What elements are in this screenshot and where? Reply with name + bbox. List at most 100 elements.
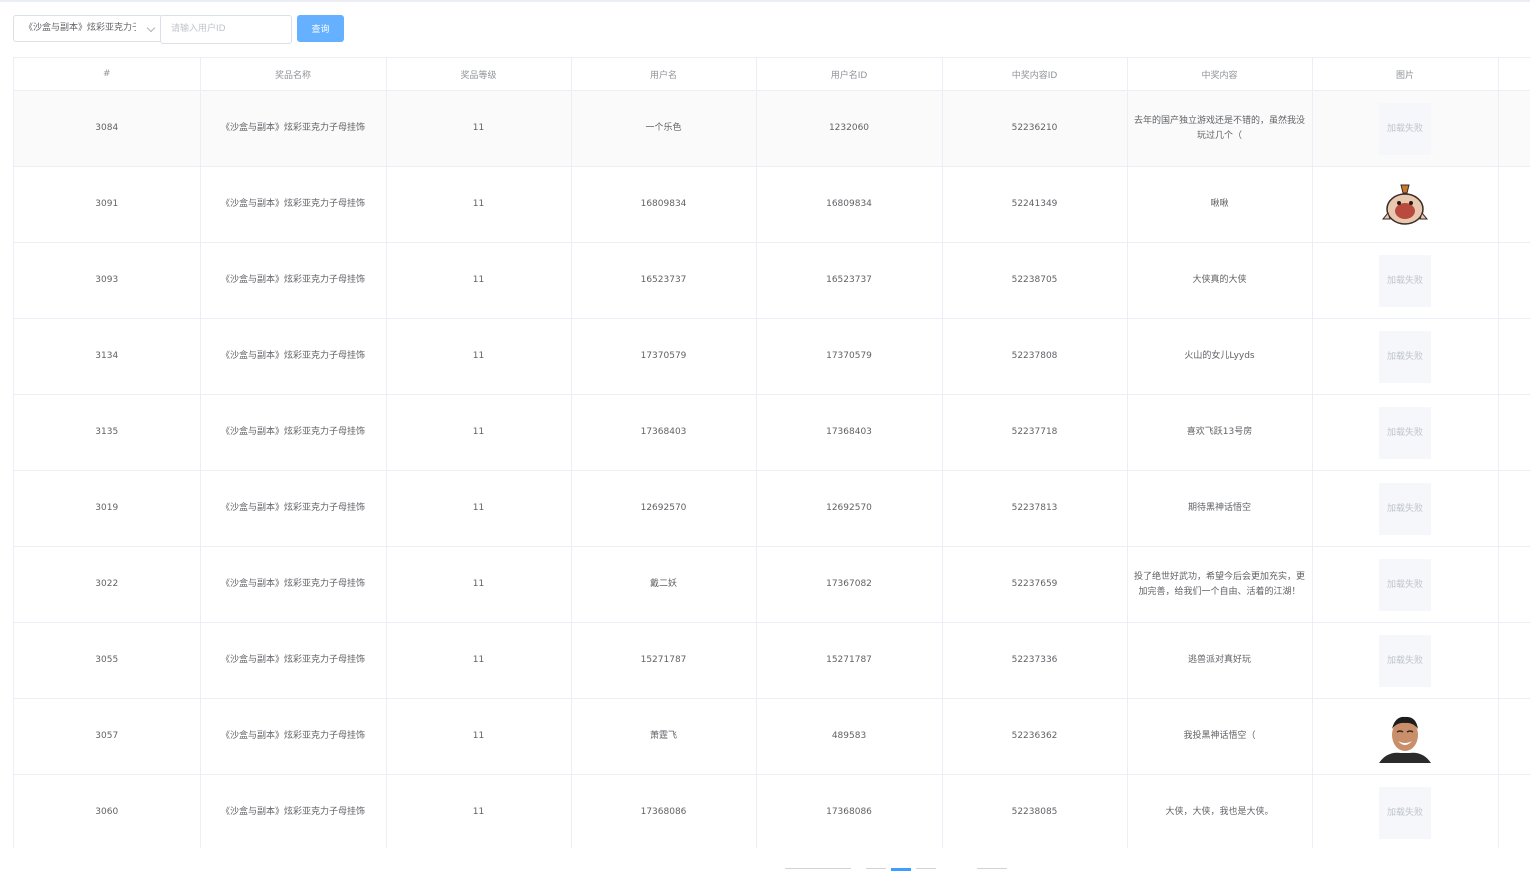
- cell-content: 大侠，大侠，我也是大侠。: [1127, 774, 1313, 848]
- content-image[interactable]: [1379, 710, 1431, 763]
- header-content-id: 中奖内容ID: [942, 58, 1128, 91]
- table-row: 3055 《沙盒与副本》炫彩亚克力子母挂饰 11 15271787 15271787 52…: [14, 622, 1530, 699]
- page-size-select[interactable]: [785, 868, 851, 873]
- cell-index: 3060: [14, 774, 201, 848]
- cell-index: 3135: [14, 394, 201, 471]
- table-row: 3057 《沙盒与副本》炫彩亚克力子母挂饰 11 萧霆飞 489583 52236362 我…: [14, 698, 1530, 775]
- cell-index: 3055: [14, 622, 201, 699]
- cell-content-id: 52237659: [942, 546, 1128, 623]
- header-index: #: [14, 58, 201, 91]
- cell-content: 去年的国产独立游戏还是不错的，虽然我没玩过几个（: [1127, 90, 1313, 167]
- cell-user-id: 17368086: [756, 774, 943, 848]
- page-number[interactable]: [916, 868, 936, 873]
- cell-username: 17368403: [571, 394, 757, 471]
- cell-prize-name: 《沙盒与副本》炫彩亚克力子母挂饰: [200, 470, 387, 547]
- cell-user-id: 17368403: [756, 394, 943, 471]
- table-body: 3084 《沙盒与副本》炫彩亚克力子母挂饰 11 一个乐色 1232060 5223621…: [14, 90, 1530, 848]
- table-row: 3134 《沙盒与副本》炫彩亚克力子母挂饰 11 17370579 17370579 52…: [14, 318, 1530, 395]
- header-username: 用户名: [571, 58, 757, 91]
- cell-image: 加载失败: [1312, 470, 1499, 547]
- cell-extra: [1498, 698, 1530, 775]
- cell-prize-level: 11: [386, 546, 572, 623]
- image-load-failed[interactable]: 加载失败: [1379, 330, 1431, 383]
- cell-prize-name: 《沙盒与副本》炫彩亚克力子母挂饰: [200, 90, 387, 167]
- cell-index: 3091: [14, 166, 201, 243]
- table-header-row: # 奖品名称 奖品等级 用户名 用户名ID 中奖内容ID 中奖内容 图片: [14, 58, 1530, 91]
- cell-prize-name: 《沙盒与副本》炫彩亚克力子母挂饰: [200, 242, 387, 319]
- table-row: 3060 《沙盒与副本》炫彩亚克力子母挂饰 11 17368086 17368086 52…: [14, 774, 1530, 848]
- header-prize-name: 奖品名称: [200, 58, 387, 91]
- cell-prize-level: 11: [386, 698, 572, 775]
- cell-content-id: 52238705: [942, 242, 1128, 319]
- cell-username: 12692570: [571, 470, 757, 547]
- prize-select-value: 《沙盒与副本》炫彩亚克力子母挂饰: [24, 23, 136, 33]
- chevron-down-icon[interactable]: [146, 23, 156, 33]
- cell-user-id: 12692570: [756, 470, 943, 547]
- top-divider: [0, 0, 1530, 2]
- prev-page-button[interactable]: [866, 868, 886, 873]
- query-button[interactable]: 查询: [297, 15, 344, 42]
- cell-extra: [1498, 318, 1530, 395]
- cell-prize-level: 11: [386, 318, 572, 395]
- image-load-failed[interactable]: 加载失败: [1379, 406, 1431, 459]
- image-load-failed[interactable]: 加载失败: [1379, 558, 1431, 611]
- cell-username: 17368086: [571, 774, 757, 848]
- header-prize-level: 奖品等级: [386, 58, 572, 91]
- cell-image: [1312, 166, 1499, 243]
- cell-content: 火山的女儿Lyyds: [1127, 318, 1313, 395]
- cell-content: 逃兽派对真好玩: [1127, 622, 1313, 699]
- content-image[interactable]: [1379, 178, 1431, 231]
- cell-username: 一个乐色: [571, 90, 757, 167]
- image-load-failed[interactable]: 加载失败: [1379, 634, 1431, 687]
- cell-prize-level: 11: [386, 470, 572, 547]
- prize-select[interactable]: 《沙盒与副本》炫彩亚克力子母挂饰: [13, 15, 163, 42]
- cell-content: 投了绝世好武功，希望今后会更加充实，更加完善，给我们一个自由、活着的江湖！: [1127, 546, 1313, 623]
- cell-extra: [1498, 242, 1530, 319]
- cell-username: 16809834: [571, 166, 757, 243]
- cell-extra: [1498, 470, 1530, 547]
- image-load-failed[interactable]: 加载失败: [1379, 786, 1431, 839]
- header-image: 图片: [1312, 58, 1499, 91]
- cell-prize-name: 《沙盒与副本》炫彩亚克力子母挂饰: [200, 622, 387, 699]
- cell-image: 加载失败: [1312, 394, 1499, 471]
- cell-extra: [1498, 394, 1530, 471]
- cell-index: 3084: [14, 90, 201, 167]
- user-id-input[interactable]: [160, 15, 292, 44]
- image-load-failed[interactable]: 加载失败: [1379, 482, 1431, 535]
- prize-table: # 奖品名称 奖品等级 用户名 用户名ID 中奖内容ID 中奖内容 图片 308…: [13, 57, 1530, 848]
- cell-prize-level: 11: [386, 166, 572, 243]
- cell-index: 3019: [14, 470, 201, 547]
- cell-content: 期待黑神话悟空: [1127, 470, 1313, 547]
- cell-content: 喜欢飞跃13号房: [1127, 394, 1313, 471]
- cell-prize-name: 《沙盒与副本》炫彩亚克力子母挂饰: [200, 546, 387, 623]
- cell-content: 我投黑神话悟空（: [1127, 698, 1313, 775]
- cell-prize-level: 11: [386, 774, 572, 848]
- page-jump-input[interactable]: [977, 868, 1007, 873]
- table-row: 3093 《沙盒与副本》炫彩亚克力子母挂饰 11 16523737 16523737 52…: [14, 242, 1530, 319]
- cell-content-id: 52237336: [942, 622, 1128, 699]
- cell-content-id: 52238085: [942, 774, 1128, 848]
- cell-prize-name: 《沙盒与副本》炫彩亚克力子母挂饰: [200, 166, 387, 243]
- cell-user-id: 17367082: [756, 546, 943, 623]
- table-row: 3084 《沙盒与副本》炫彩亚克力子母挂饰 11 一个乐色 1232060 5223621…: [14, 90, 1530, 167]
- cell-user-id: 1232060: [756, 90, 943, 167]
- cell-extra: [1498, 90, 1530, 167]
- table-row: 3091 《沙盒与副本》炫彩亚克力子母挂饰 11 16809834 16809834 52…: [14, 166, 1530, 243]
- image-load-failed[interactable]: 加载失败: [1379, 254, 1431, 307]
- cell-prize-level: 11: [386, 90, 572, 167]
- cell-user-id: 15271787: [756, 622, 943, 699]
- cell-prize-level: 11: [386, 242, 572, 319]
- cell-extra: [1498, 166, 1530, 243]
- cell-username: 17370579: [571, 318, 757, 395]
- image-load-failed[interactable]: 加载失败: [1379, 102, 1431, 155]
- cell-image: 加载失败: [1312, 622, 1499, 699]
- cell-username: 萧霆飞: [571, 698, 757, 775]
- cell-username: 15271787: [571, 622, 757, 699]
- cell-index: 3093: [14, 242, 201, 319]
- table-row: 3135 《沙盒与副本》炫彩亚克力子母挂饰 11 17368403 17368403 52…: [14, 394, 1530, 471]
- cell-content-id: 52236210: [942, 90, 1128, 167]
- cell-content-id: 52237813: [942, 470, 1128, 547]
- cell-content: 啾啾: [1127, 166, 1313, 243]
- cell-prize-level: 11: [386, 394, 572, 471]
- cell-content-id: 52236362: [942, 698, 1128, 775]
